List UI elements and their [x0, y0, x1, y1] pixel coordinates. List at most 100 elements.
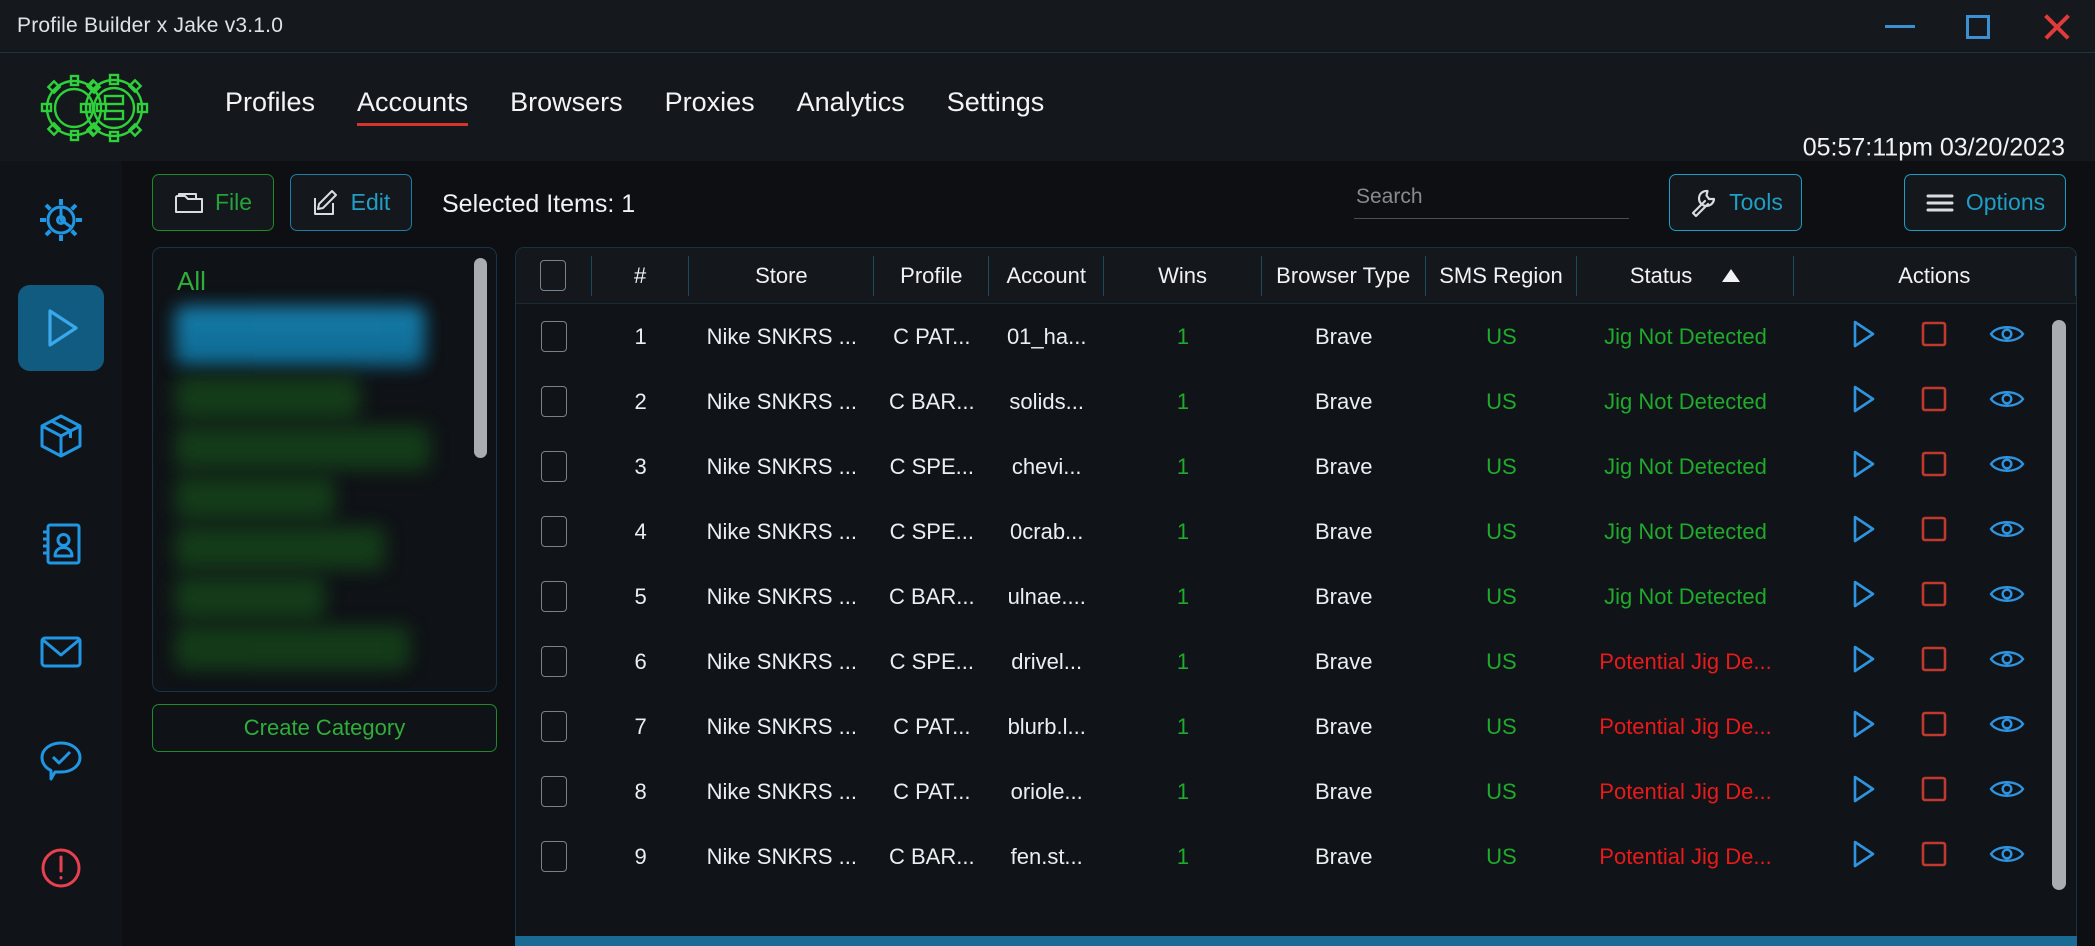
- category-list-item[interactable]: [175, 426, 430, 470]
- row-checkbox-cell[interactable]: [516, 321, 592, 352]
- eye-view-action-button[interactable]: [1989, 516, 2025, 548]
- stop-action-button[interactable]: [1919, 839, 1949, 875]
- row-checkbox[interactable]: [540, 386, 567, 417]
- stop-action-button[interactable]: [1919, 514, 1949, 550]
- edit-button[interactable]: Edit: [290, 174, 412, 231]
- table-row[interactable]: 2 Nike SNKRS ... C BAR... solids... 1 Brave US…: [516, 369, 2076, 434]
- eye-view-action-button[interactable]: [1989, 841, 2025, 873]
- category-list-item[interactable]: [175, 576, 325, 620]
- stop-action-button[interactable]: [1919, 449, 1949, 485]
- eye-view-action-button[interactable]: [1989, 321, 2025, 353]
- play-action-button[interactable]: [1845, 707, 1879, 747]
- close-icon: [2041, 12, 2071, 42]
- eye-view-action-button[interactable]: [1989, 386, 2025, 418]
- table-row[interactable]: 5 Nike SNKRS ... C BAR... ulnae.... 1 Brave US…: [516, 564, 2076, 629]
- row-checkbox-cell[interactable]: [516, 581, 592, 612]
- table-row[interactable]: 4 Nike SNKRS ... C SPE... 0crab... 1 Brave US J…: [516, 499, 2076, 564]
- maximize-button[interactable]: [1939, 0, 2017, 53]
- minimize-button[interactable]: [1861, 0, 1939, 53]
- eye-view-action-button[interactable]: [1989, 451, 2025, 483]
- sidebar-item-contacts[interactable]: [18, 501, 104, 587]
- table-row[interactable]: 8 Nike SNKRS ... C PAT... oriole... 1 Brave US…: [516, 759, 2076, 824]
- nav-item-settings[interactable]: Settings: [947, 87, 1045, 126]
- cell-profile: C PAT...: [893, 713, 971, 739]
- close-button[interactable]: [2017, 0, 2095, 53]
- play-action-button[interactable]: [1845, 512, 1879, 552]
- row-checkbox[interactable]: [540, 776, 567, 807]
- column-header-store[interactable]: Store: [689, 255, 875, 296]
- category-list-item[interactable]: [175, 626, 410, 670]
- select-all-checkbox[interactable]: [540, 260, 567, 291]
- row-checkbox-cell[interactable]: [516, 451, 592, 482]
- table-row[interactable]: 6 Nike SNKRS ... C SPE... drivel... 1 Brave US…: [516, 629, 2076, 694]
- play-action-button[interactable]: [1845, 772, 1879, 812]
- row-checkbox[interactable]: [540, 711, 567, 742]
- nav-item-analytics[interactable]: Analytics: [797, 87, 905, 126]
- table-scrollbar[interactable]: [2052, 320, 2066, 890]
- options-button[interactable]: Options: [1904, 174, 2066, 231]
- table-row[interactable]: 7 Nike SNKRS ... C PAT... blurb.l... 1 Brave U…: [516, 694, 2076, 759]
- nav-item-profiles[interactable]: Profiles: [225, 87, 315, 126]
- category-list-blurred[interactable]: [153, 304, 496, 691]
- play-action-button[interactable]: [1845, 382, 1879, 422]
- column-header-sms-region[interactable]: SMS Region: [1426, 255, 1578, 296]
- table-row[interactable]: 9 Nike SNKRS ... C BAR... fen.st... 1 Brave US…: [516, 824, 2076, 889]
- column-header-profile[interactable]: Profile: [874, 255, 990, 296]
- sidebar-item-run[interactable]: [18, 285, 104, 371]
- row-checkbox-cell[interactable]: [516, 776, 592, 807]
- category-list-item[interactable]: [175, 306, 425, 366]
- sidebar-item-settings[interactable]: [18, 177, 104, 263]
- select-all-header[interactable]: [516, 255, 592, 296]
- play-action-button[interactable]: [1845, 317, 1879, 357]
- column-header-status[interactable]: Status: [1577, 255, 1794, 296]
- row-checkbox[interactable]: [540, 321, 567, 352]
- sidebar-item-alerts[interactable]: [18, 825, 104, 911]
- sidebar-item-mail[interactable]: [18, 609, 104, 695]
- tools-button[interactable]: Tools: [1669, 174, 1802, 231]
- column-header-browser-type[interactable]: Browser Type: [1262, 255, 1426, 296]
- play-action-button[interactable]: [1845, 447, 1879, 487]
- column-header-number[interactable]: #: [592, 255, 690, 296]
- column-header-account[interactable]: Account: [989, 255, 1105, 296]
- nav-item-proxies[interactable]: Proxies: [665, 87, 755, 126]
- row-checkbox-cell[interactable]: [516, 516, 592, 547]
- table-row[interactable]: 1 Nike SNKRS ... C PAT... 01_ha... 1 Brave US J…: [516, 304, 2076, 369]
- category-list-item[interactable]: [175, 526, 385, 570]
- row-checkbox-cell[interactable]: [516, 841, 592, 872]
- row-checkbox[interactable]: [540, 646, 567, 677]
- sidebar-item-packages[interactable]: [18, 393, 104, 479]
- play-action-button[interactable]: [1845, 642, 1879, 682]
- row-checkbox-cell[interactable]: [516, 386, 592, 417]
- eye-view-action-button[interactable]: [1989, 646, 2025, 678]
- table-row[interactable]: 3 Nike SNKRS ... C SPE... chevi... 1 Brave US J…: [516, 434, 2076, 499]
- create-category-button[interactable]: Create Category: [152, 704, 497, 752]
- column-header-wins[interactable]: Wins: [1104, 255, 1262, 296]
- play-action-button[interactable]: [1845, 837, 1879, 877]
- nav-item-accounts[interactable]: Accounts: [357, 87, 469, 126]
- stop-action-button[interactable]: [1919, 579, 1949, 615]
- category-scrollbar[interactable]: [474, 258, 487, 458]
- sidebar-item-messages[interactable]: [18, 717, 104, 803]
- row-checkbox-cell[interactable]: [516, 646, 592, 677]
- play-action-button[interactable]: [1845, 577, 1879, 617]
- column-header-actions[interactable]: Actions: [1794, 255, 2076, 296]
- row-checkbox[interactable]: [540, 451, 567, 482]
- search-input[interactable]: [1354, 181, 1629, 219]
- stop-action-button[interactable]: [1919, 774, 1949, 810]
- file-button[interactable]: File: [152, 174, 274, 231]
- category-list-item[interactable]: [175, 476, 335, 520]
- category-list-item[interactable]: [175, 376, 360, 420]
- category-item-all[interactable]: All: [177, 266, 206, 297]
- row-checkbox[interactable]: [540, 581, 567, 612]
- row-checkbox-cell[interactable]: [516, 711, 592, 742]
- stop-action-button[interactable]: [1919, 384, 1949, 420]
- nav-item-browsers[interactable]: Browsers: [510, 87, 623, 126]
- row-checkbox[interactable]: [540, 516, 567, 547]
- eye-view-action-button[interactable]: [1989, 581, 2025, 613]
- stop-action-button[interactable]: [1919, 644, 1949, 680]
- eye-view-action-button[interactable]: [1989, 776, 2025, 808]
- eye-view-action-button[interactable]: [1989, 711, 2025, 743]
- stop-action-button[interactable]: [1919, 709, 1949, 745]
- stop-action-button[interactable]: [1919, 319, 1949, 355]
- row-checkbox[interactable]: [540, 841, 567, 872]
